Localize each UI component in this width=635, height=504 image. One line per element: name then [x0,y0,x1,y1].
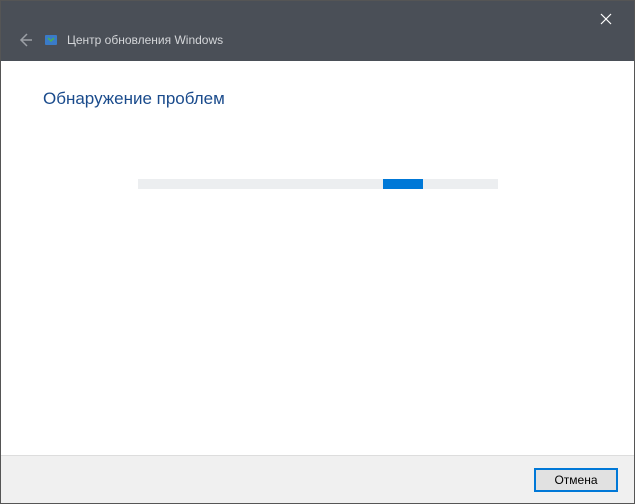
close-icon [600,13,612,25]
progress-fill [383,179,423,189]
windows-update-icon [43,32,59,48]
footer: Отмена [1,455,634,503]
window-title: Центр обновления Windows [67,33,223,47]
page-heading: Обнаружение проблем [43,89,592,109]
progress-container [43,179,592,189]
titlebar: Центр обновления Windows [1,1,634,61]
close-button[interactable] [590,7,622,31]
troubleshooter-window: Центр обновления Windows Обнаружение про… [0,0,635,504]
back-button [17,32,33,48]
back-arrow-icon [17,32,33,48]
content-area: Обнаружение проблем [1,61,634,455]
progress-bar [138,179,498,189]
cancel-button[interactable]: Отмена [534,468,618,492]
